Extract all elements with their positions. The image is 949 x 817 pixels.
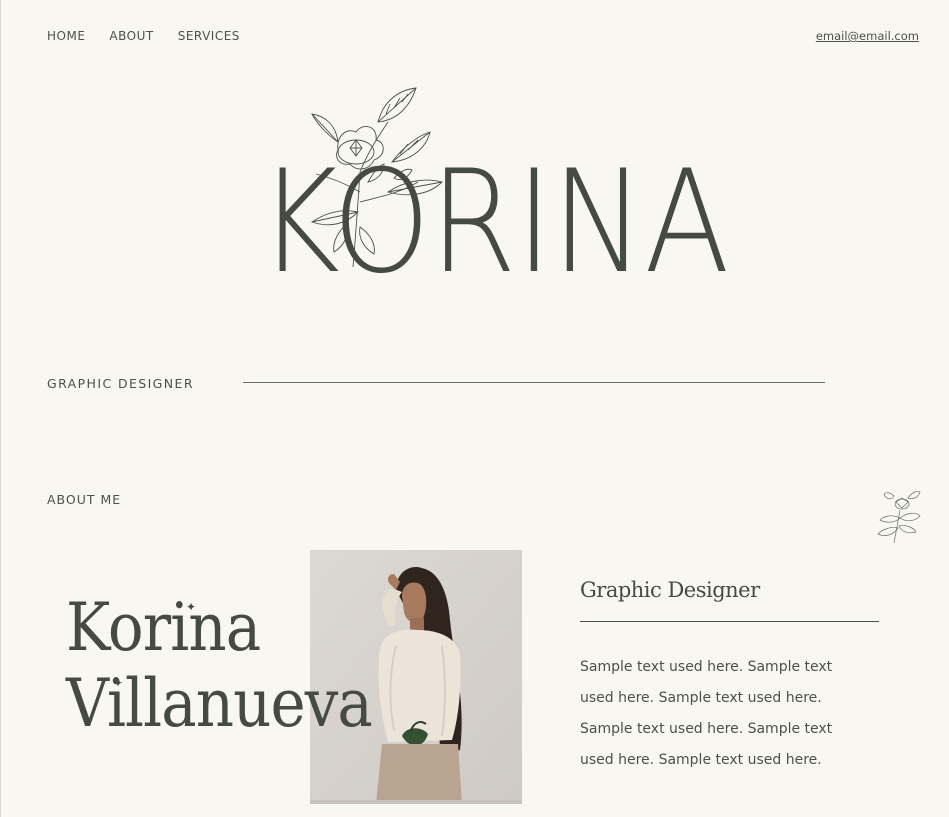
brand-wordmark: KORINA (258, 140, 730, 305)
role-title: Graphic Designer (580, 578, 760, 602)
nav-services-link[interactable]: SERVICES (178, 29, 240, 43)
tagline-divider (243, 382, 825, 383)
small-flower-icon (877, 490, 921, 544)
nav-about-link[interactable]: ABOUT (109, 29, 153, 43)
name-first: Korina (66, 589, 261, 666)
full-name-heading: Korina Villanueva (66, 590, 406, 742)
page-frame-edge (0, 0, 1, 817)
sparkle-icon: ✦ (113, 676, 124, 690)
about-section-label: ABOUT ME (47, 492, 122, 507)
tagline: GRAPHIC DESIGNER (47, 376, 194, 391)
bio-text: Sample text used here. Sample text used … (580, 659, 833, 768)
nav-home-link[interactable]: HOME (47, 29, 85, 43)
role-divider (580, 621, 879, 622)
sparkle-icon: ✦ (186, 600, 197, 614)
top-nav: HOME ABOUT SERVICES (47, 29, 264, 43)
email-link[interactable]: email@email.com (816, 29, 919, 43)
name-last: Villanueva (66, 665, 373, 742)
